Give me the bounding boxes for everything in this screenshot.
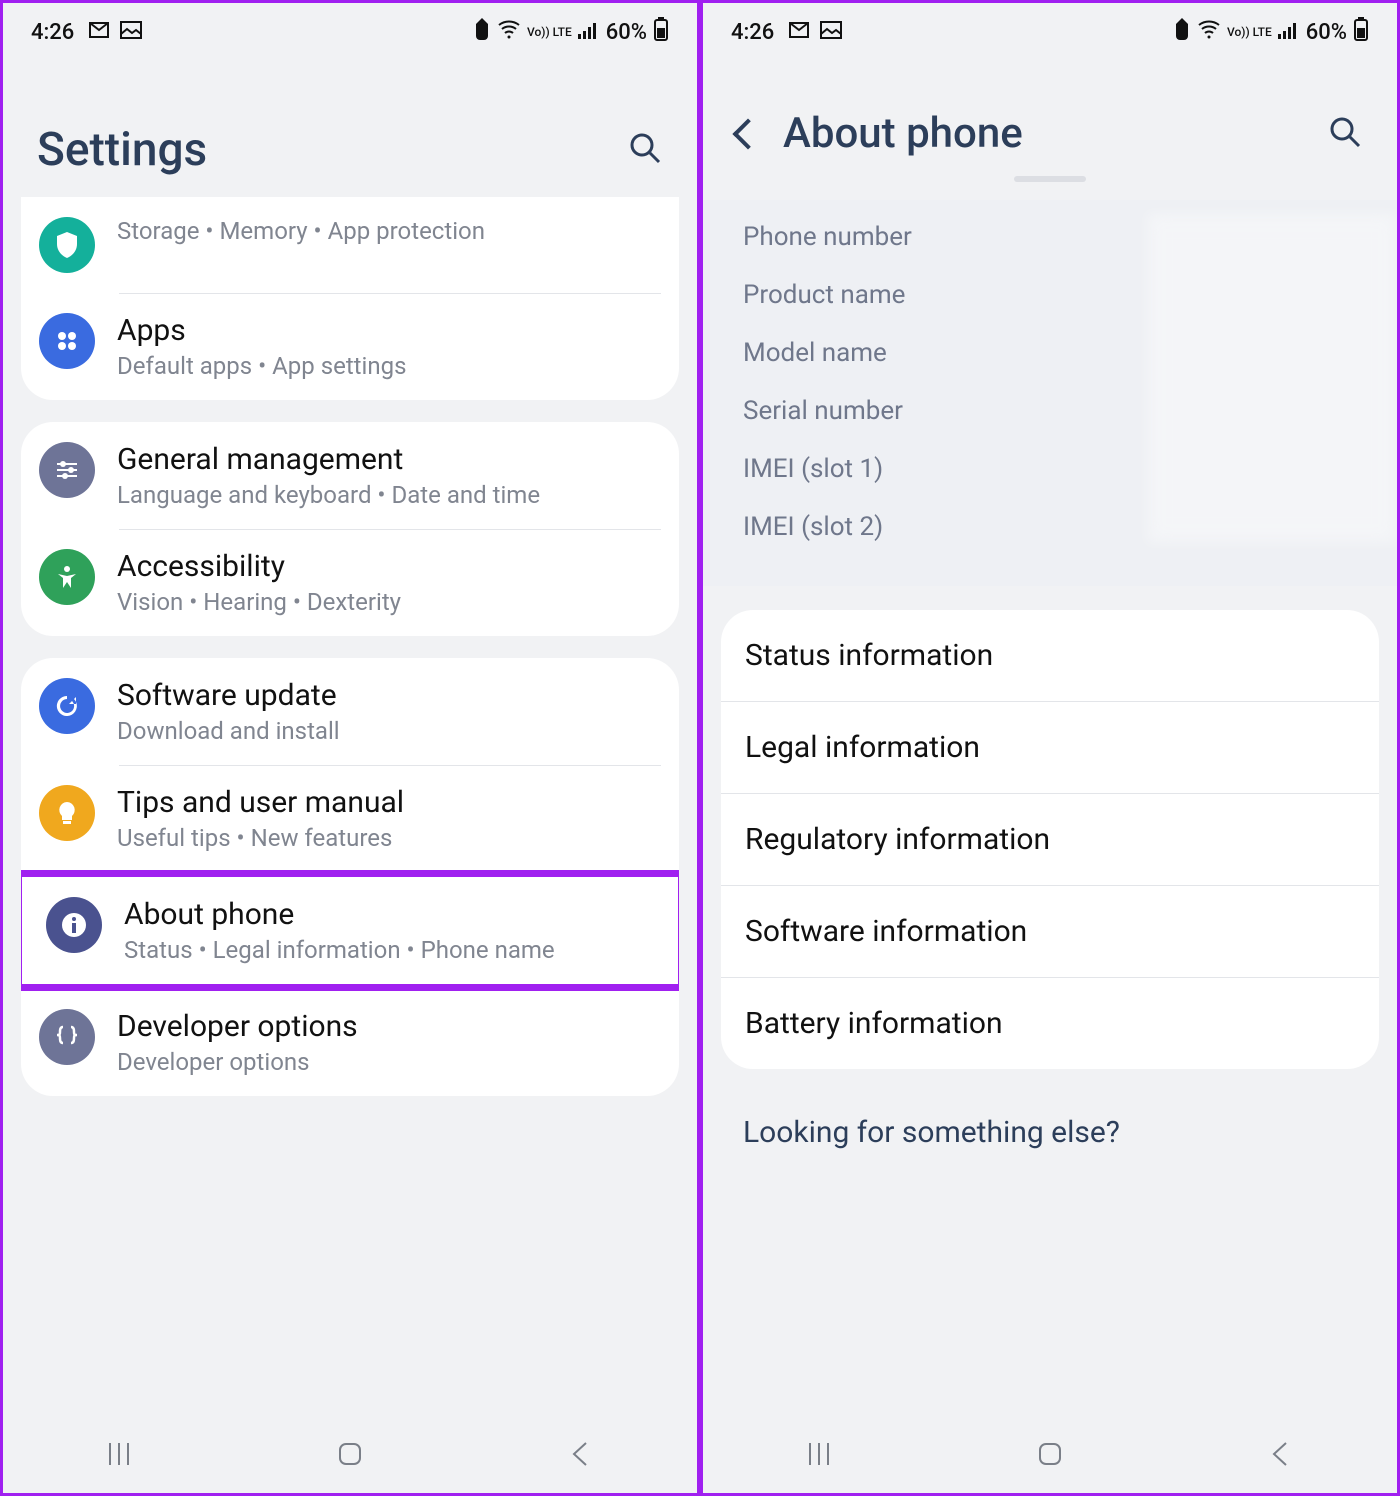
battery-icon: [653, 17, 669, 47]
row-title: General management: [117, 442, 661, 477]
recents-button[interactable]: [102, 1437, 136, 1475]
page-title: Settings: [37, 123, 207, 177]
saver-icon: [473, 18, 491, 46]
recents-button[interactable]: [802, 1437, 836, 1475]
row-title: Developer options: [117, 1009, 661, 1044]
gallery-icon: [120, 20, 142, 45]
about-legal[interactable]: Legal information: [721, 701, 1379, 793]
drag-handle[interactable]: [1014, 176, 1086, 182]
shield-icon: [39, 217, 95, 273]
row-subtitle: Developer options: [117, 1048, 661, 1076]
update-icon: [39, 678, 95, 734]
volte-label: Vo)) LTE: [527, 26, 572, 38]
status-bar: 4:26 Vo)) LTE 60%: [703, 3, 1397, 55]
battery-pct: 60%: [1306, 20, 1347, 45]
status-time: 4:26: [31, 20, 74, 45]
info-icon: [46, 897, 102, 953]
row-subtitle: Storage • Memory • App protection: [117, 217, 661, 245]
settings-header: Settings: [3, 55, 697, 205]
row-title: About phone: [124, 897, 654, 932]
wifi-icon: [497, 19, 521, 45]
signal-icon: [578, 20, 600, 45]
nav-bar: [703, 1419, 1397, 1493]
gallery-icon: [820, 20, 842, 45]
status-bar: 4:26 Vo)) LTE 60%: [3, 3, 697, 55]
search-icon[interactable]: [1327, 114, 1363, 154]
settings-row-apps[interactable]: Apps Default apps • App settings: [21, 293, 679, 400]
settings-row-update[interactable]: Software update Download and install: [21, 658, 679, 765]
settings-row-developer[interactable]: Developer options Developer options: [21, 989, 679, 1096]
settings-row-about[interactable]: About phone Status • Legal information •…: [28, 879, 672, 982]
about-battery[interactable]: Battery information: [721, 977, 1379, 1069]
row-title: Apps: [117, 313, 661, 348]
search-icon[interactable]: [627, 130, 663, 170]
row-title: Software update: [117, 678, 661, 713]
about-sections: Status information Legal information Reg…: [721, 610, 1379, 1069]
card-device-care: Storage • Memory • App protection Apps D…: [21, 197, 679, 400]
row-subtitle: Status • Legal information • Phone name: [124, 936, 654, 964]
home-button[interactable]: [1033, 1437, 1067, 1475]
wifi-icon: [1197, 19, 1221, 45]
accessibility-icon: [39, 549, 95, 605]
battery-pct: 60%: [606, 20, 647, 45]
row-subtitle: Language and keyboard • Date and time: [117, 481, 661, 509]
suggest-label[interactable]: Looking for something else?: [721, 1091, 1379, 1240]
apps-icon: [39, 313, 95, 369]
settings-row-accessibility[interactable]: Accessibility Vision • Hearing • Dexteri…: [21, 529, 679, 636]
row-subtitle: Vision • Hearing • Dexterity: [117, 588, 661, 616]
phone-settings: 4:26 Vo)) LTE 60% Settin: [0, 0, 700, 1496]
card-system: Software update Download and install Tip…: [21, 658, 679, 1096]
row-title: Tips and user manual: [117, 785, 661, 820]
row-subtitle: Default apps • App settings: [117, 352, 661, 380]
settings-row-devicecare-partial[interactable]: Storage • Memory • App protection: [21, 197, 679, 293]
page-title: About phone: [783, 109, 1023, 158]
gmail-icon: [788, 20, 810, 45]
back-button[interactable]: [564, 1437, 598, 1475]
saver-icon: [1173, 18, 1191, 46]
status-time: 4:26: [731, 20, 774, 45]
gmail-icon: [88, 20, 110, 45]
row-subtitle: Download and install: [117, 717, 661, 745]
about-status[interactable]: Status information: [721, 610, 1379, 701]
back-icon[interactable]: [737, 123, 783, 145]
home-button[interactable]: [333, 1437, 367, 1475]
card-general: General management Language and keyboard…: [21, 422, 679, 636]
about-header: About phone: [703, 55, 1397, 176]
braces-icon: [39, 1009, 95, 1065]
bulb-icon: [39, 785, 95, 841]
nav-bar: [3, 1419, 697, 1493]
row-title: Accessibility: [117, 549, 661, 584]
settings-row-tips[interactable]: Tips and user manual Useful tips • New f…: [21, 765, 679, 872]
about-software[interactable]: Software information: [721, 885, 1379, 977]
redacted-values: [1147, 213, 1397, 543]
volte-label: Vo)) LTE: [1227, 26, 1272, 38]
signal-icon: [1278, 20, 1300, 45]
battery-icon: [1353, 17, 1369, 47]
settings-row-general[interactable]: General management Language and keyboard…: [21, 422, 679, 529]
about-regulatory[interactable]: Regulatory information: [721, 793, 1379, 885]
phone-about: 4:26 Vo)) LTE 60% About phone Phone numb…: [700, 0, 1400, 1496]
about-phone-highlight: About phone Status • Legal information •…: [21, 870, 679, 991]
row-subtitle: Useful tips • New features: [117, 824, 661, 852]
back-button[interactable]: [1264, 1437, 1298, 1475]
sliders-icon: [39, 442, 95, 498]
